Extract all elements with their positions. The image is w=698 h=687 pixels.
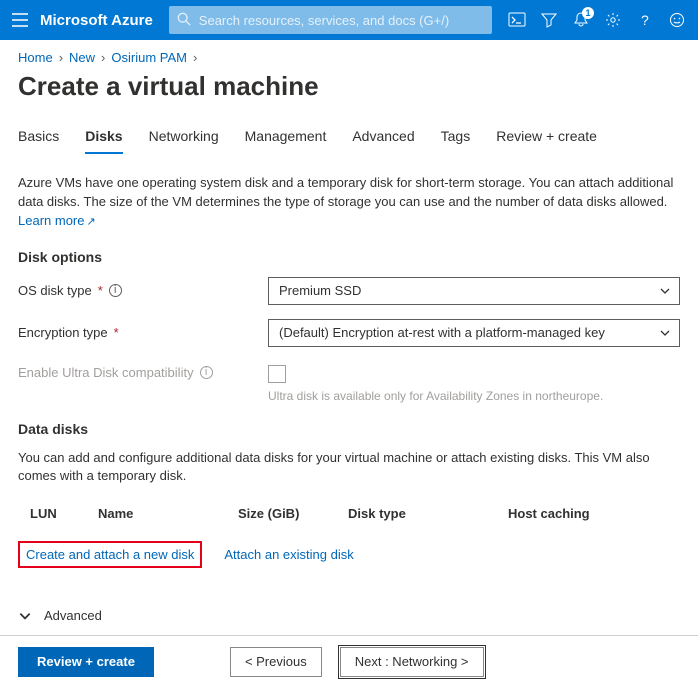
attach-disk-link[interactable]: Attach an existing disk bbox=[224, 547, 353, 562]
required-asterisk: * bbox=[114, 325, 119, 340]
top-bar: Microsoft Azure 1 ? bbox=[0, 0, 698, 40]
ultra-disk-checkbox bbox=[268, 365, 286, 383]
hamburger-menu-icon[interactable] bbox=[8, 13, 32, 27]
chevron-down-icon bbox=[18, 609, 32, 623]
col-cache: Host caching bbox=[508, 506, 680, 521]
required-asterisk: * bbox=[98, 283, 103, 298]
notification-badge: 1 bbox=[582, 7, 594, 19]
search-input[interactable] bbox=[169, 6, 492, 34]
data-disks-table-header: LUN Name Size (GiB) Disk type Host cachi… bbox=[18, 500, 680, 527]
tab-tags[interactable]: Tags bbox=[441, 122, 471, 154]
topbar-icons: 1 ? bbox=[508, 11, 690, 29]
advanced-expander[interactable]: Advanced bbox=[18, 608, 680, 623]
tab-disks[interactable]: Disks bbox=[85, 122, 122, 154]
encryption-type-label: Encryption type * bbox=[18, 325, 268, 340]
chevron-right-icon: › bbox=[193, 50, 197, 65]
data-disks-desc: You can add and configure additional dat… bbox=[18, 449, 680, 487]
chevron-down-icon bbox=[659, 285, 671, 297]
tab-review[interactable]: Review + create bbox=[496, 122, 597, 154]
help-icon[interactable]: ? bbox=[636, 11, 654, 29]
os-disk-type-label: OS disk type * i bbox=[18, 283, 268, 298]
data-disks-heading: Data disks bbox=[18, 421, 680, 437]
os-disk-type-value: Premium SSD bbox=[279, 283, 361, 298]
os-disk-type-select[interactable]: Premium SSD bbox=[268, 277, 680, 305]
tab-basics[interactable]: Basics bbox=[18, 122, 59, 154]
breadcrumb-new[interactable]: New bbox=[69, 50, 95, 65]
search-box[interactable] bbox=[169, 6, 492, 34]
col-type: Disk type bbox=[348, 506, 508, 521]
ultra-disk-hint: Ultra disk is available only for Availab… bbox=[268, 389, 603, 403]
tab-strip: Basics Disks Networking Management Advan… bbox=[0, 122, 698, 154]
notifications-icon[interactable]: 1 bbox=[572, 11, 590, 29]
brand-label: Microsoft Azure bbox=[40, 12, 153, 29]
breadcrumb: Home › New › Osirium PAM › bbox=[0, 40, 698, 65]
advanced-label: Advanced bbox=[44, 608, 102, 623]
info-icon[interactable]: i bbox=[200, 366, 213, 379]
review-create-button[interactable]: Review + create bbox=[18, 647, 154, 677]
intro-span: Azure VMs have one operating system disk… bbox=[18, 175, 673, 209]
search-icon bbox=[177, 12, 191, 26]
svg-text:?: ? bbox=[641, 12, 649, 28]
chevron-right-icon: › bbox=[59, 50, 63, 65]
annotation-highlight: Create and attach a new disk bbox=[18, 541, 202, 568]
external-link-icon: ↗ bbox=[86, 216, 95, 228]
tab-advanced[interactable]: Advanced bbox=[352, 122, 414, 154]
next-button[interactable]: Next : Networking > bbox=[340, 647, 484, 677]
learn-more-link[interactable]: Learn more↗ bbox=[18, 213, 96, 228]
create-disk-link[interactable]: Create and attach a new disk bbox=[26, 547, 194, 562]
cloud-shell-icon[interactable] bbox=[508, 11, 526, 29]
page-title: Create a virtual machine bbox=[0, 65, 698, 122]
encryption-type-select[interactable]: (Default) Encryption at-rest with a plat… bbox=[268, 319, 680, 347]
info-icon[interactable]: i bbox=[109, 284, 122, 297]
col-name: Name bbox=[98, 506, 238, 521]
feedback-icon[interactable] bbox=[668, 11, 686, 29]
ultra-disk-label: Enable Ultra Disk compatibility i bbox=[18, 365, 268, 380]
col-size: Size (GiB) bbox=[238, 506, 348, 521]
settings-icon[interactable] bbox=[604, 11, 622, 29]
wizard-footer: Review + create < Previous Next : Networ… bbox=[0, 635, 698, 687]
chevron-down-icon bbox=[659, 327, 671, 339]
breadcrumb-home[interactable]: Home bbox=[18, 50, 53, 65]
breadcrumb-osirium[interactable]: Osirium PAM bbox=[111, 50, 187, 65]
disk-options-heading: Disk options bbox=[18, 249, 680, 265]
tab-management[interactable]: Management bbox=[245, 122, 327, 154]
intro-text: Azure VMs have one operating system disk… bbox=[18, 174, 680, 231]
directory-filter-icon[interactable] bbox=[540, 11, 558, 29]
encryption-type-value: (Default) Encryption at-rest with a plat… bbox=[279, 325, 605, 340]
previous-button[interactable]: < Previous bbox=[230, 647, 322, 677]
tab-networking[interactable]: Networking bbox=[149, 122, 219, 154]
chevron-right-icon: › bbox=[101, 50, 105, 65]
col-lun: LUN bbox=[18, 506, 98, 521]
